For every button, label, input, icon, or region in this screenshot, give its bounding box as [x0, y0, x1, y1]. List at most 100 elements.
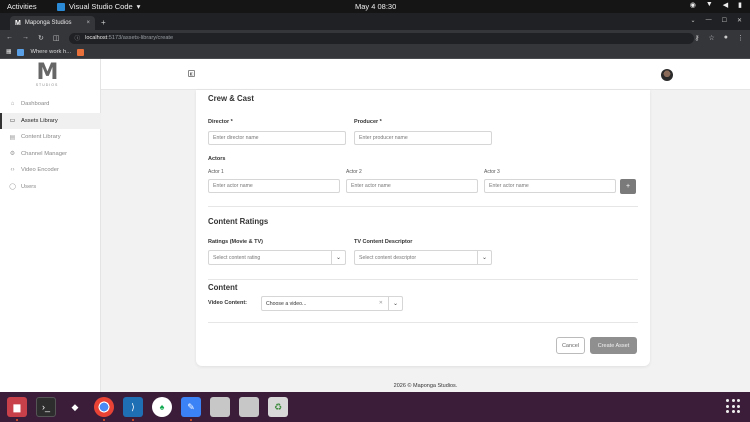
url-path: :5173/assets-library/create — [107, 35, 174, 41]
sidebar-item-channel-manager[interactable]: ⚙ Channel Manager — [0, 146, 101, 163]
show-apps-icon[interactable] — [726, 399, 740, 413]
add-actor-button[interactable]: + — [620, 179, 636, 194]
profile-icon[interactable]: ● — [724, 34, 728, 42]
back-arrow-icon[interactable]: ← — [6, 34, 13, 42]
chevron-down-icon[interactable]: ⌄ — [477, 251, 491, 264]
vscode-icon — [57, 2, 65, 11]
video-content-label: Video Content: — [208, 300, 248, 306]
descriptor-select-placeholder: Select content descriptor — [359, 254, 417, 261]
reload-icon[interactable]: ↻ — [38, 34, 44, 42]
actor-3-input[interactable] — [484, 179, 616, 193]
activities-button[interactable]: Activities — [7, 2, 51, 11]
bookmark-star-icon[interactable]: ☆ — [708, 34, 714, 42]
create-asset-button[interactable]: Create Asset — [590, 337, 637, 354]
ratings-select[interactable]: Select content rating ⌄ — [208, 250, 346, 265]
chevron-down-icon[interactable]: ⌄ — [388, 297, 402, 310]
chrome-icon[interactable] — [94, 397, 114, 421]
new-tab-button[interactable]: + — [101, 18, 106, 27]
url-host: localhost — [85, 35, 108, 41]
sidebar-item-label: Content Library — [21, 134, 61, 141]
create-asset-form: Crew & Cast Director * Producer * Actors… — [196, 90, 650, 366]
avatar[interactable] — [661, 69, 673, 81]
sidebar-toggle-icon[interactable]: ◧ — [188, 70, 195, 77]
logo-subtitle: STUDIOS — [35, 83, 59, 87]
system-clock[interactable]: May 4 08:30 — [355, 2, 396, 11]
film-icon: ▤ — [9, 134, 16, 141]
split-view-icon[interactable]: ◫ — [53, 34, 60, 42]
window-close-icon[interactable]: ✕ — [737, 17, 742, 24]
logo-letter: M — [36, 60, 59, 85]
content-ratings-title: Content Ratings — [208, 217, 269, 226]
terminal-icon[interactable]: ›_ — [36, 397, 56, 417]
system-tray[interactable]: ◉ ▼ ◀ ▮ — [690, 1, 742, 9]
sidebar-item-label: Users — [21, 183, 37, 190]
tab-search-icon[interactable]: ⌄ — [691, 17, 696, 24]
battery-icon[interactable]: ▮ — [738, 1, 742, 9]
apps-grid-icon[interactable]: ▦ — [6, 49, 11, 55]
producer-input[interactable] — [354, 131, 492, 145]
video-content-select[interactable]: Choose a video... ✕ ⌄ — [261, 296, 403, 311]
close-icon[interactable]: × — [86, 20, 90, 26]
accessibility-icon[interactable]: ◉ — [690, 1, 696, 9]
volume-icon[interactable]: ◀ — [723, 1, 728, 9]
browser-tab[interactable]: M Maponga Studios × — [10, 16, 95, 30]
cancel-button[interactable]: Cancel — [556, 337, 585, 354]
producer-label: Producer * — [354, 119, 382, 125]
sidebar-item-dashboard[interactable]: ⌂ Dashboard — [0, 96, 101, 113]
ratings-label: Ratings (Movie & TV) — [208, 239, 264, 245]
bookmark-favicon-icon — [17, 48, 25, 56]
window-controls: ⌄ — ☐ ✕ — [691, 17, 742, 24]
home-icon: ⌂ — [10, 101, 15, 108]
sidebar-item-users[interactable]: ◯ Users — [0, 179, 101, 196]
minimize-icon[interactable]: — — [706, 17, 712, 24]
key-icon[interactable]: ⚷ — [694, 34, 699, 42]
sidebar-item-content-library[interactable]: ▤ Content Library — [0, 129, 101, 146]
clear-icon[interactable]: ✕ — [379, 300, 383, 306]
maponga-favicon-icon: M — [15, 19, 21, 27]
user-icon: ◯ — [9, 184, 16, 191]
app-header: ◧ — [101, 59, 750, 90]
bookmark-item-orange-icon[interactable] — [77, 48, 85, 56]
active-app-indicator[interactable]: Visual Studio Code ▾ — [57, 2, 140, 11]
descriptor-label: TV Content Descriptor — [354, 239, 413, 245]
wifi-icon[interactable]: ▼ — [706, 1, 713, 9]
director-label: Director * — [208, 119, 233, 125]
app-page: M STUDIOS ⌂ Dashboard ▭ Assets Library ▤ Cont… — [0, 59, 750, 392]
actor-1-input[interactable] — [208, 179, 340, 193]
mongodb-compass-icon[interactable]: ♠ — [152, 397, 172, 417]
descriptor-select[interactable]: Select content descriptor ⌄ — [354, 250, 492, 265]
address-bar[interactable]: ⓘ localhost:5173/assets-library/create — [68, 32, 695, 44]
cube-app-icon[interactable]: ◆ — [65, 397, 85, 417]
sidebar-item-label: Assets Library — [21, 117, 58, 124]
vscode-icon[interactable]: ⟩ — [123, 397, 143, 421]
site-info-icon[interactable]: ⓘ — [75, 34, 81, 42]
actors-label: Actors — [208, 156, 226, 162]
sidebar-item-label: Video Encoder — [21, 167, 59, 174]
trash-icon[interactable]: ♻ — [268, 397, 288, 417]
sidebar-item-label: Channel Manager — [21, 150, 68, 157]
document-icon[interactable] — [210, 397, 230, 417]
folder-icon: ▭ — [9, 118, 16, 125]
crew-cast-title: Crew & Cast — [208, 94, 254, 103]
actor-2-input[interactable] — [346, 179, 478, 193]
sidebar-menu: ⌂ Dashboard ▭ Assets Library ▤ Content Librar… — [0, 96, 101, 195]
text-editor-icon[interactable]: ✎ — [181, 397, 201, 421]
sidebar-item-assets-library[interactable]: ▭ Assets Library — [0, 112, 101, 129]
code-icon: ‹› — [10, 167, 15, 174]
settings-icon: ⚙ — [9, 151, 16, 158]
footer-copyright: 2026 © Maponga Studios. — [393, 383, 458, 389]
app-center-icon[interactable]: ▆ — [7, 397, 27, 421]
browser-tab-bar: M Maponga Studios × + ⌄ — ☐ ✕ — [0, 13, 750, 30]
sidebar-item-video-encoder[interactable]: ‹› Video Encoder — [0, 162, 101, 179]
browser-toolbar: ← → ↻ ◫ ⓘ localhost:5173/assets-library/… — [0, 30, 750, 46]
chevron-down-icon[interactable]: ⌄ — [331, 251, 345, 264]
section-divider — [208, 322, 638, 323]
brand-logo[interactable]: M STUDIOS — [33, 60, 61, 89]
document-icon[interactable] — [239, 397, 259, 417]
forward-arrow-icon[interactable]: → — [22, 34, 29, 42]
bookmarks-bar: ▦ Where work h... — [0, 46, 750, 59]
bookmark-item[interactable]: Where work h... — [30, 49, 71, 55]
kebab-menu-icon[interactable]: ⋮ — [737, 34, 744, 42]
director-input[interactable] — [208, 131, 346, 145]
maximize-icon[interactable]: ☐ — [722, 17, 727, 24]
